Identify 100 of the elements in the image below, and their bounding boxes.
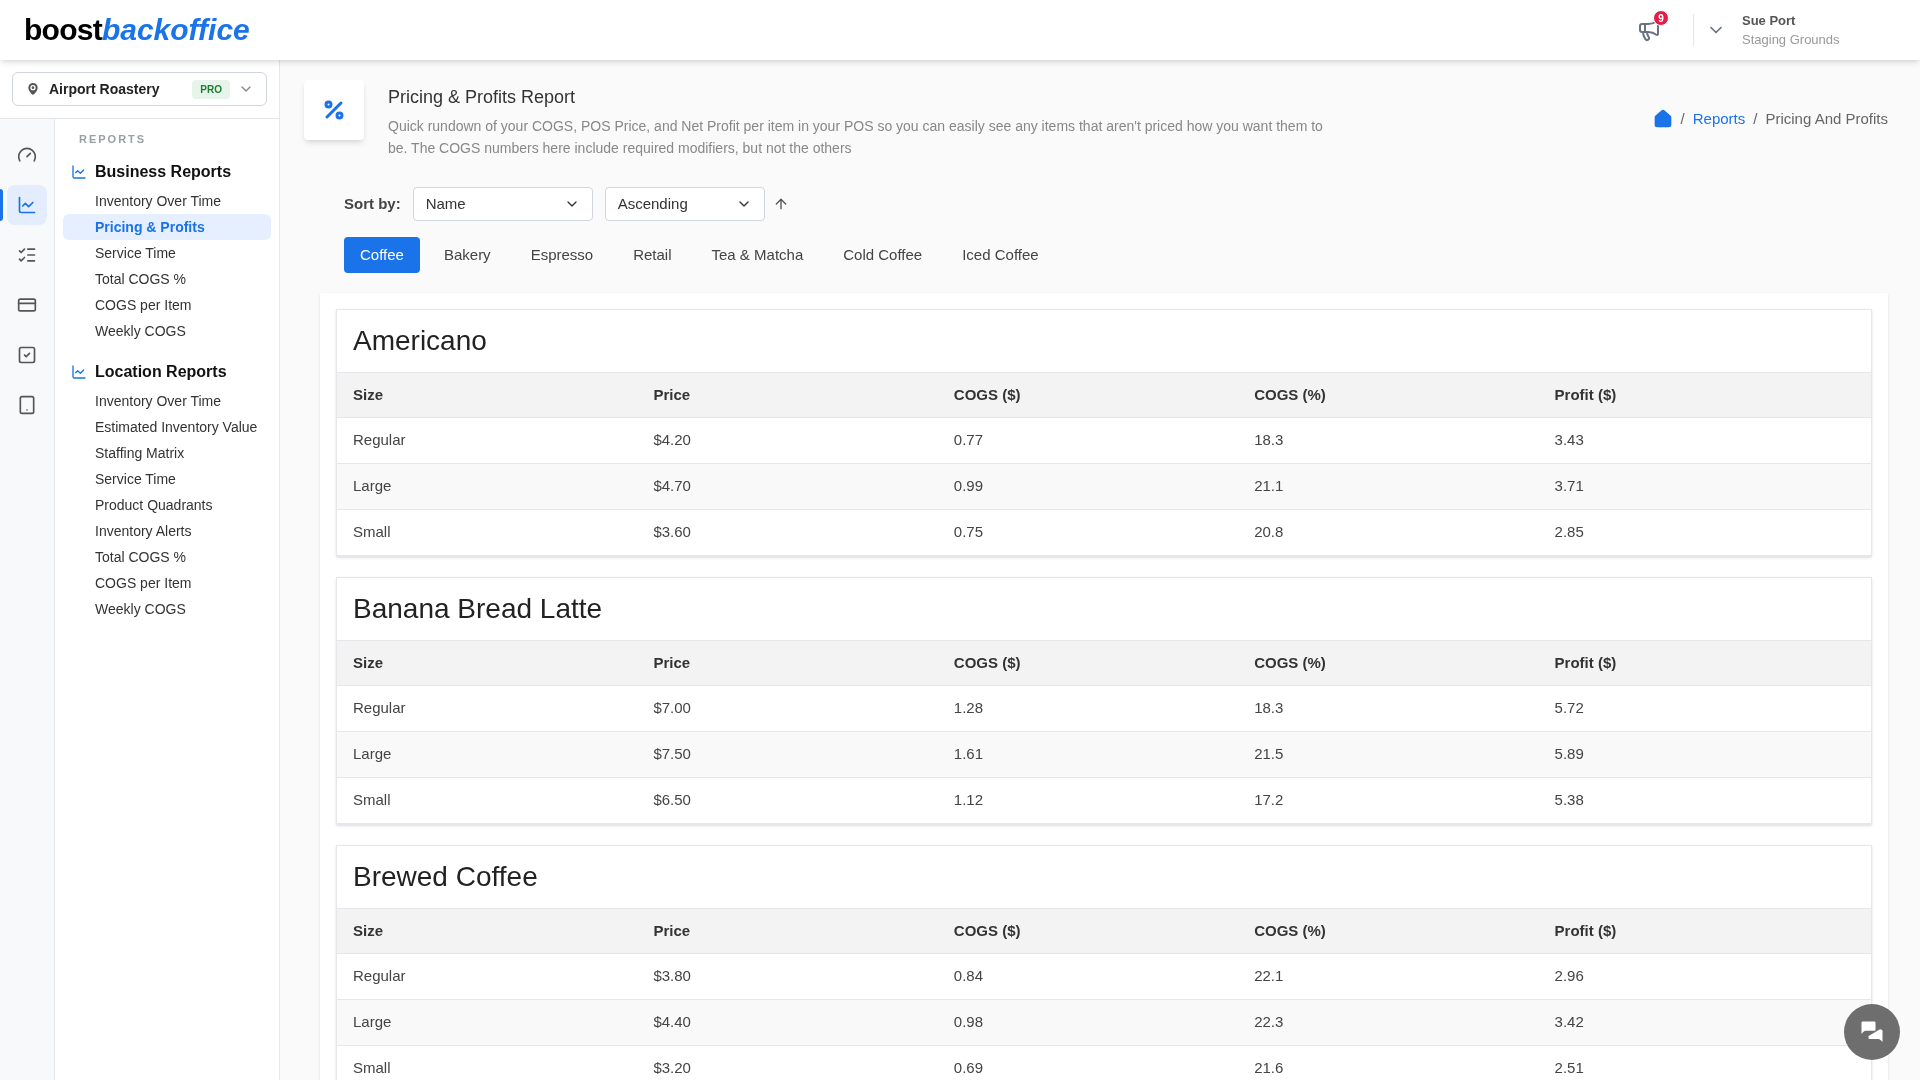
- table-cell-text: Small: [353, 522, 392, 543]
- column-header: Profit ($): [1554, 920, 1618, 941]
- column-header: COGS ($): [953, 384, 1022, 405]
- map-pin-icon: [25, 81, 41, 97]
- sidebar-item[interactable]: COGS per Item: [63, 569, 271, 596]
- table-cell-text: 5.89: [1554, 744, 1585, 765]
- table-cell-text: 3.71: [1554, 476, 1585, 497]
- table-cell-text: $4.40: [653, 1012, 692, 1033]
- category-tab[interactable]: Cold Coffee: [827, 237, 939, 273]
- location-picker[interactable]: Airport Roastery PRO: [12, 72, 267, 106]
- sidebar-item[interactable]: Weekly COGS: [63, 317, 271, 344]
- category-tab[interactable]: Coffee: [344, 237, 420, 273]
- notification-badge: 9: [1653, 10, 1669, 26]
- column-header: Size: [353, 384, 384, 405]
- percent-icon: [322, 98, 346, 122]
- user-name: Sue Port: [1742, 11, 1797, 30]
- column-header: Profit ($): [1554, 652, 1618, 673]
- page-title: Pricing & Profits Report: [388, 86, 577, 109]
- table-cell-text: $4.20: [653, 430, 692, 451]
- table-cell-text: Small: [353, 790, 392, 811]
- sidebar-item[interactable]: COGS per Item: [63, 291, 271, 318]
- table-cell-text: Large: [353, 744, 393, 765]
- table-cell-text: 2.51: [1554, 1058, 1585, 1079]
- sidebar-item[interactable]: Product Quadrants: [63, 491, 271, 518]
- table-cell-text: Large: [353, 476, 393, 497]
- column-header: Size: [353, 920, 384, 941]
- table-cell-text: 2.85: [1554, 522, 1585, 543]
- gauge-icon: [17, 145, 37, 165]
- table-cell-text: 1.28: [953, 698, 984, 719]
- checklist-icon: [17, 245, 37, 265]
- product-title: Banana Bread Latte: [352, 592, 604, 626]
- section-label: REPORTS: [78, 132, 148, 147]
- category-tab[interactable]: Bakery: [427, 237, 507, 273]
- category-tab[interactable]: Iced Coffee: [946, 237, 1055, 273]
- table-cell-text: 3.43: [1554, 430, 1585, 451]
- table-cell-text: $7.50: [653, 744, 692, 765]
- table-cell-text: $6.50: [653, 790, 692, 811]
- breadcrumb-separator: /: [1753, 109, 1758, 129]
- home-icon[interactable]: [1652, 109, 1673, 130]
- sidebar-item[interactable]: Inventory Over Time: [63, 387, 271, 414]
- sidebar-item[interactable]: Estimated Inventory Value: [63, 413, 271, 440]
- column-header: Profit ($): [1554, 384, 1618, 405]
- group-title: Location Reports: [95, 361, 227, 382]
- table-cell-text: 3.42: [1554, 1012, 1585, 1033]
- table-cell-text: 0.77: [953, 430, 984, 451]
- sidebar-item[interactable]: Staffing Matrix: [63, 439, 271, 466]
- table-cell-text: 0.69: [953, 1058, 984, 1079]
- column-header: Price: [653, 652, 692, 673]
- table-cell-text: 0.84: [953, 966, 984, 987]
- category-tab[interactable]: Tea & Matcha: [695, 237, 820, 273]
- column-header: Price: [653, 384, 692, 405]
- table-cell-text: Small: [353, 1058, 392, 1079]
- sidebar-item[interactable]: Weekly COGS: [63, 595, 271, 622]
- column-header: COGS (%): [1254, 920, 1327, 941]
- table-cell-text: 2.96: [1554, 966, 1585, 987]
- table-cell-text: 0.98: [953, 1012, 984, 1033]
- sidebar-item[interactable]: Inventory Alerts: [63, 517, 271, 544]
- sidebar-item[interactable]: Service Time: [63, 465, 271, 492]
- table-cell-text: Regular: [353, 698, 407, 719]
- table-cell-text: 5.72: [1554, 698, 1585, 719]
- location-name: Airport Roastery: [49, 79, 160, 99]
- table-cell-text: 20.8: [1254, 522, 1285, 543]
- user-location: Staging Grounds: [1742, 31, 1841, 49]
- pro-badge: PRO: [192, 79, 230, 99]
- table-cell-text: Regular: [353, 430, 407, 451]
- sidebar-item[interactable]: Total COGS %: [63, 265, 271, 292]
- table-cell-text: 22.3: [1254, 1012, 1285, 1033]
- breadcrumb-current: Pricing And Profits: [1765, 109, 1888, 129]
- table-cell-text: Regular: [353, 966, 407, 987]
- tablet-icon: [17, 395, 37, 415]
- sidebar-item[interactable]: Service Time: [63, 239, 271, 266]
- category-tab[interactable]: Espresso: [514, 237, 610, 273]
- logo-text: backoffice: [101, 15, 250, 45]
- table-cell-text: 5.38: [1554, 790, 1585, 811]
- table-cell-text: 17.2: [1254, 790, 1285, 811]
- sidebar-item[interactable]: Inventory Over Time: [63, 187, 271, 214]
- sort-field-dropdown[interactable]: Name: [412, 187, 593, 221]
- table-cell-text: 21.6: [1254, 1058, 1285, 1079]
- table-cell-text: 21.5: [1254, 744, 1285, 765]
- category-tab[interactable]: Retail: [617, 237, 688, 273]
- column-header: COGS (%): [1254, 384, 1327, 405]
- rail-button[interactable]: [7, 185, 47, 225]
- table-cell-text: $3.60: [653, 522, 692, 543]
- column-header: Price: [653, 920, 692, 941]
- checkbox-icon: [17, 345, 37, 365]
- sort-label: Sort by:: [344, 193, 401, 214]
- sort-order-dropdown[interactable]: Ascending: [604, 187, 765, 221]
- sidebar-item[interactable]: Pricing & Profits: [63, 213, 271, 240]
- table-cell-text: 22.1: [1254, 966, 1285, 987]
- logo-text: boost: [24, 15, 102, 45]
- column-header: COGS ($): [953, 920, 1022, 941]
- table-cell-text: 18.3: [1254, 698, 1285, 719]
- sidebar-item[interactable]: Total COGS %: [63, 543, 271, 570]
- product-title: Americano: [352, 324, 488, 358]
- chart-icon: [17, 195, 37, 215]
- table-cell-text: Large: [353, 1012, 393, 1033]
- table-cell-text: 1.12: [953, 790, 984, 811]
- breadcrumb-link[interactable]: Reports: [1692, 108, 1746, 131]
- table-cell-text: 0.75: [953, 522, 984, 543]
- chart-icon: [71, 363, 87, 380]
